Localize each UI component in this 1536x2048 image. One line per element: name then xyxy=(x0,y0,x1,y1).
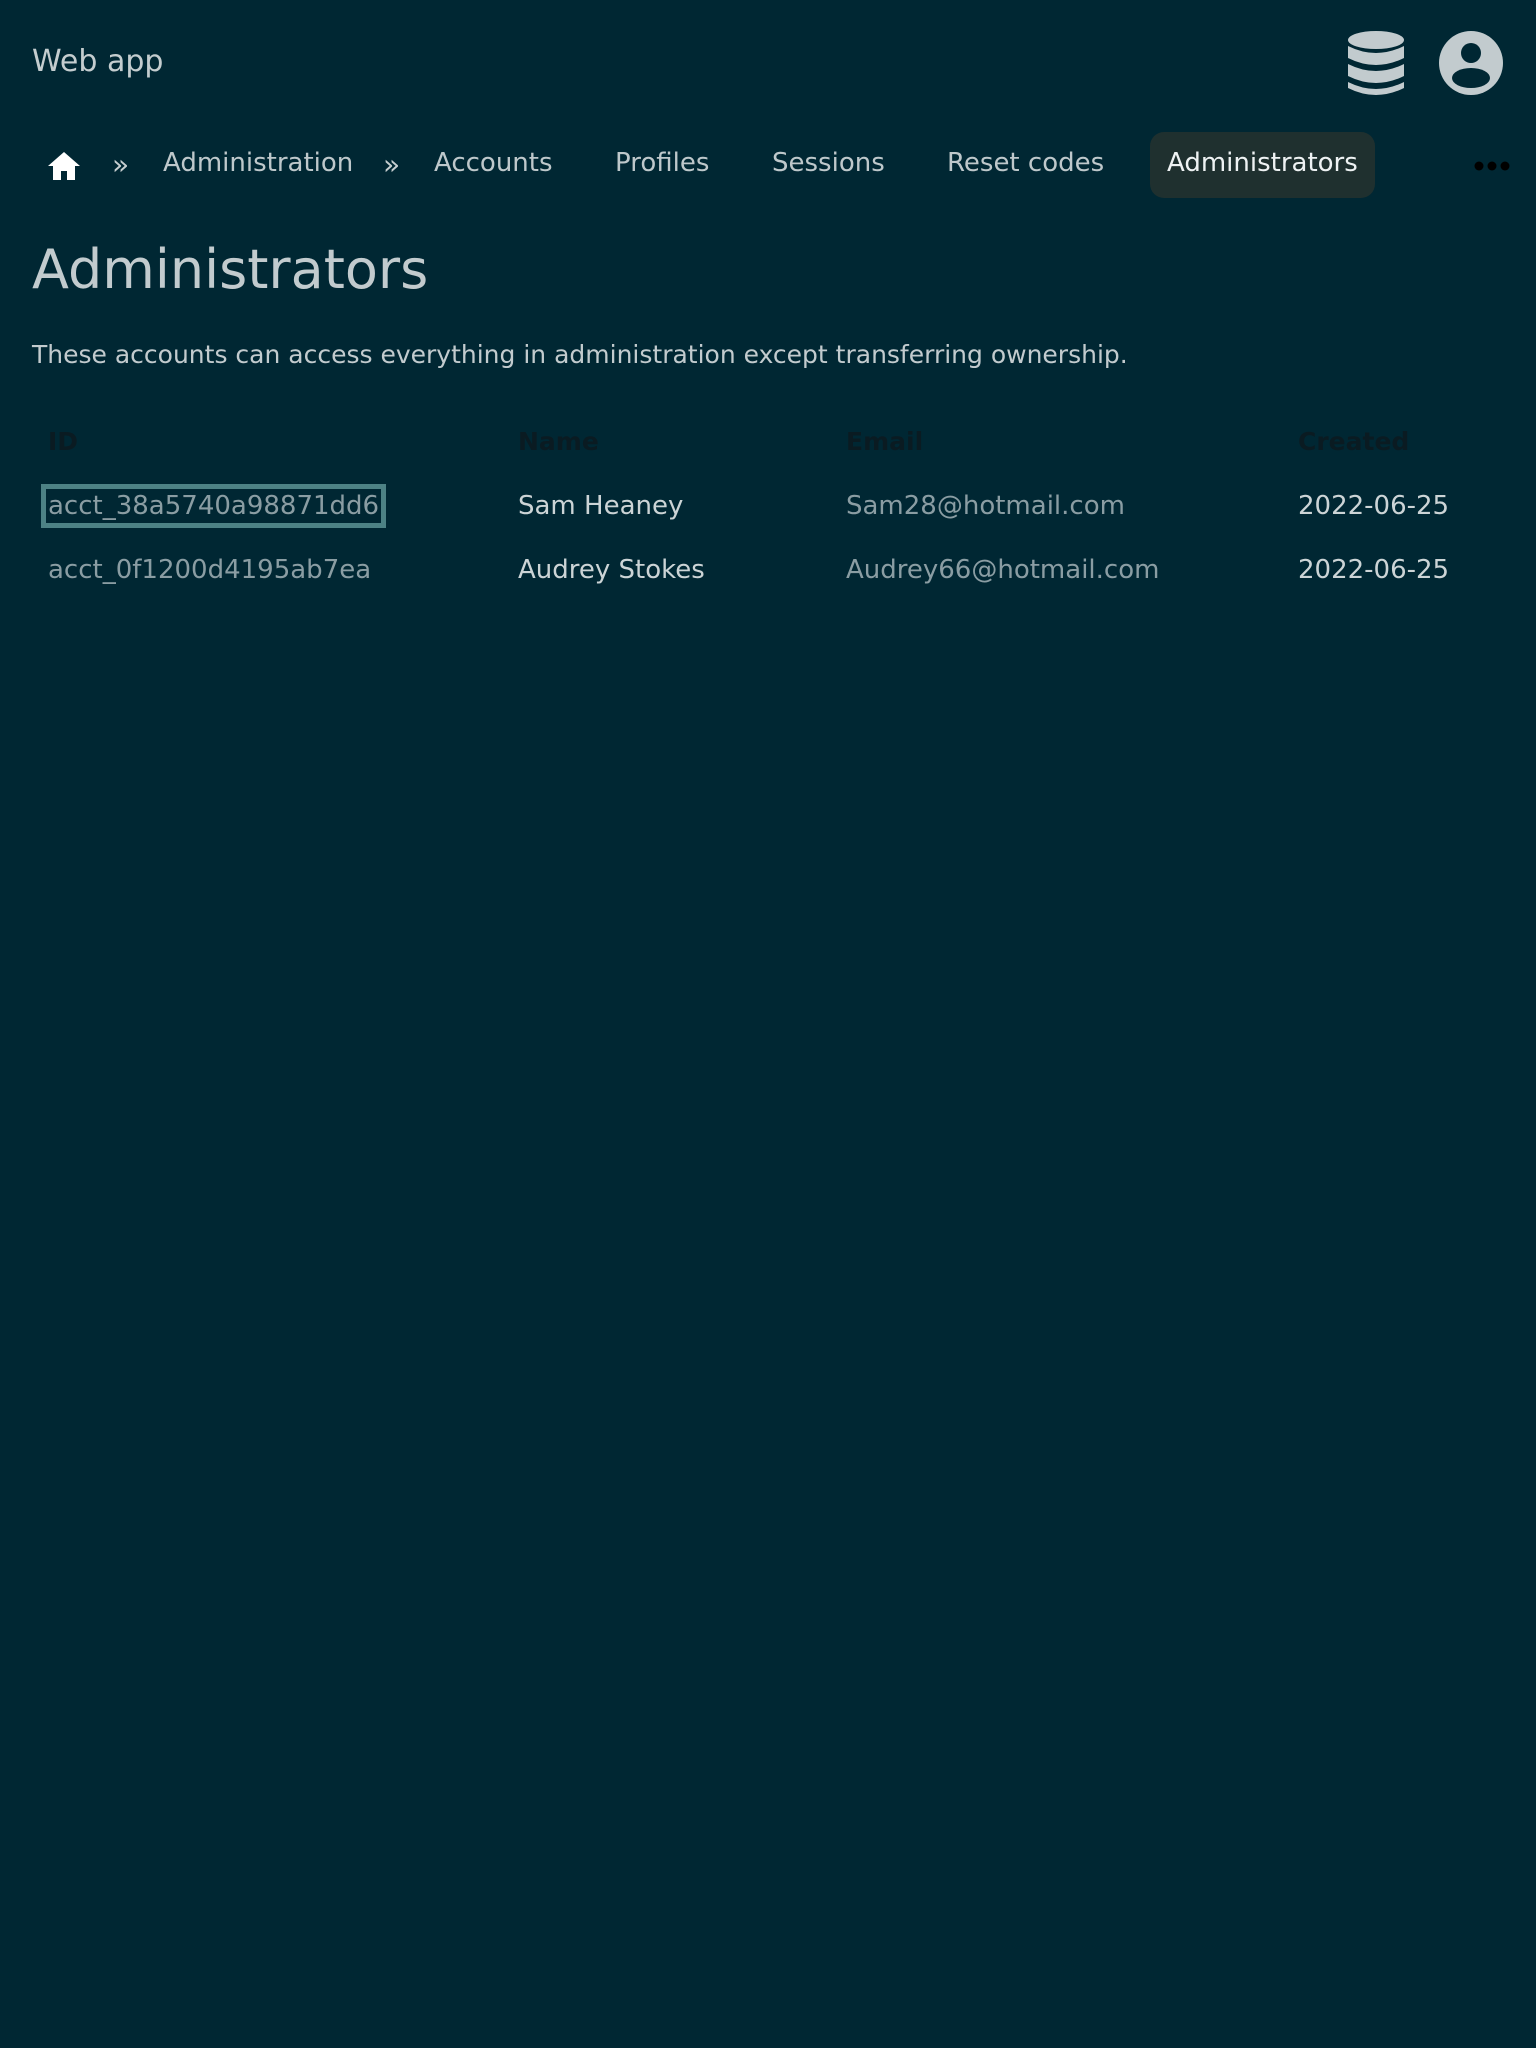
account-created: 2022-06-25 xyxy=(1298,491,1450,521)
account-id-cell: acct_38a5740a98871dd6 xyxy=(38,474,508,538)
home-icon[interactable] xyxy=(46,150,82,182)
tab-accounts[interactable]: Accounts xyxy=(434,132,553,198)
table-header-row: ID Name Email Created xyxy=(38,408,1508,474)
column-header-created[interactable]: Created xyxy=(1288,408,1508,474)
database-icon[interactable] xyxy=(1346,30,1406,98)
breadcrumb-separator: » xyxy=(383,148,401,181)
more-horizontal-icon[interactable] xyxy=(1474,160,1510,172)
column-header-email[interactable]: Email xyxy=(836,408,1288,474)
table-row[interactable]: acct_0f1200d4195ab7ea Audrey Stokes Audr… xyxy=(38,538,1508,602)
account-name: Audrey Stokes xyxy=(518,555,705,585)
app-title: Web app xyxy=(32,44,164,79)
administrators-table: ID Name Email Created acct_38a5740a98871… xyxy=(38,408,1508,602)
tab-sessions[interactable]: Sessions xyxy=(772,132,885,198)
breadcrumb-administration[interactable]: Administration xyxy=(163,132,353,198)
user-circle-icon[interactable] xyxy=(1438,30,1504,96)
column-header-name[interactable]: Name xyxy=(508,408,836,474)
account-created: 2022-06-25 xyxy=(1298,555,1450,585)
top-bar: Web app xyxy=(0,0,1536,128)
account-id-cell: acct_0f1200d4195ab7ea xyxy=(38,538,508,602)
account-email: Sam28@hotmail.com xyxy=(846,491,1125,521)
page-description: These accounts can access everything in … xyxy=(32,340,1128,369)
column-header-id[interactable]: ID xyxy=(38,408,508,474)
nav-bar: » Administration » Accounts Profiles Ses… xyxy=(0,132,1536,198)
account-id-link[interactable]: acct_0f1200d4195ab7ea xyxy=(48,555,371,585)
tab-reset-codes[interactable]: Reset codes xyxy=(947,132,1104,198)
tab-profiles[interactable]: Profiles xyxy=(615,132,709,198)
account-email: Audrey66@hotmail.com xyxy=(846,555,1160,585)
account-id-link[interactable]: acct_38a5740a98871dd6 xyxy=(40,484,387,528)
account-name: Sam Heaney xyxy=(518,491,684,521)
tab-administrators[interactable]: Administrators xyxy=(1150,132,1375,198)
breadcrumb-separator: » xyxy=(112,148,130,181)
table-row[interactable]: acct_38a5740a98871dd6 Sam Heaney Sam28@h… xyxy=(38,474,1508,538)
page-title: Administrators xyxy=(32,238,429,301)
